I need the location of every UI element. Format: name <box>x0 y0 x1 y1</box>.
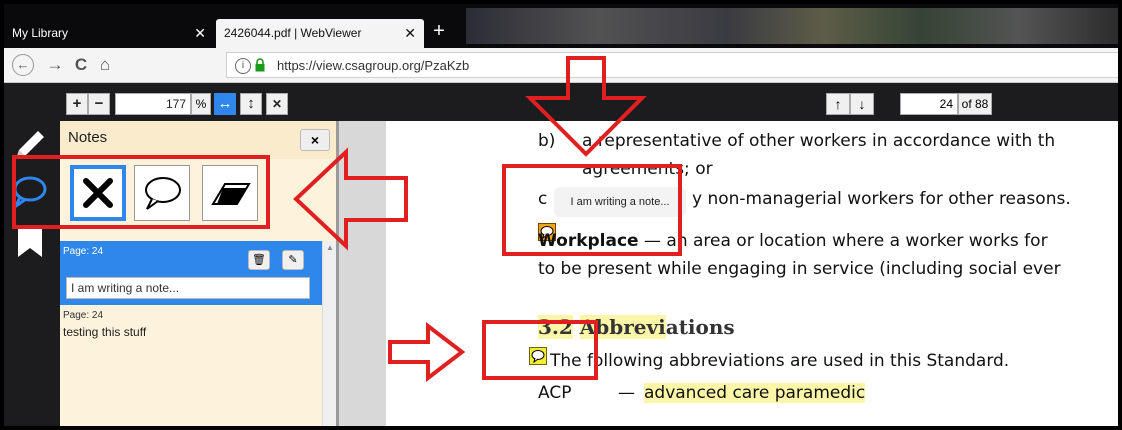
x-icon <box>83 178 113 208</box>
home-button[interactable]: ⌂ <box>94 54 116 76</box>
info-icon[interactable]: i <box>235 58 251 74</box>
tab-label: My Library <box>12 26 69 40</box>
new-tab-button[interactable]: + <box>428 19 450 45</box>
doc-text-line: agreements; or <box>582 159 713 179</box>
back-button[interactable]: ← <box>12 54 34 76</box>
note-page-label: Page: 24 <box>63 310 104 321</box>
doc-text-line: to be present while engaging in service … <box>538 259 1061 279</box>
tab-webviewer[interactable]: 2426044.pdf | WebViewer ✕ <box>216 19 424 48</box>
notes-list: Page: 24 🗑 ✎ I am writing a note... Page… <box>60 241 322 426</box>
edit-icon[interactable]: ✎ <box>282 250 304 270</box>
section-number: 3.2 <box>538 315 573 339</box>
page-total: of 88 <box>958 93 992 115</box>
note-item[interactable]: Page: 24 testing this stuff <box>60 305 322 345</box>
doc-text-line: y non-managerial workers for other reaso… <box>692 189 1071 209</box>
zoom-unit: % <box>191 93 211 115</box>
trash-icon[interactable]: 🗑 <box>248 250 270 270</box>
fullscreen-button[interactable]: ✕ <box>266 93 288 115</box>
taskbar-blur <box>466 8 1118 44</box>
tab-my-library[interactable]: My Library ✕ <box>4 19 214 48</box>
section-title-highlighted: Abbrevi <box>579 315 666 339</box>
pencil-icon[interactable] <box>10 125 50 165</box>
forward-button[interactable]: → <box>44 54 66 76</box>
doc-text-line: The following abbreviations are used in … <box>550 351 1010 371</box>
note-page-label: Page: 24 <box>63 246 104 257</box>
zoom-in-button[interactable]: + <box>66 93 88 115</box>
close-icon[interactable]: ✕ <box>404 19 416 48</box>
notes-scrollbar[interactable]: ▲ <box>322 241 336 426</box>
previous-page-button[interactable]: ↑ <box>826 93 850 115</box>
notes-header: Notes × <box>60 121 336 159</box>
tool-rail <box>4 121 60 426</box>
notes-panel: Notes × Page: 24 🗑 ✎ I am writing a note… <box>60 121 336 426</box>
page-input[interactable]: 24 <box>900 93 958 115</box>
section-title-rest: ations <box>665 315 735 339</box>
browser-window: My Library ✕ 2426044.pdf | WebViewer ✕ +… <box>4 4 1118 426</box>
fit-height-button[interactable]: ↕ <box>240 93 262 115</box>
viewer-toolbar: + − 177 % ↔ ↕ ✕ ↑ ↓ 24 of 88 <box>4 83 1118 121</box>
eraser-icon <box>211 183 251 205</box>
abbreviation-definition: advanced care paramedic <box>644 383 866 403</box>
url-text: https://view.csagroup.org/PzaKzb <box>277 58 470 73</box>
fit-width-button[interactable]: ↔ <box>214 93 236 115</box>
navigation-bar: ← → C ⌂ i https://view.csagroup.org/PzaK… <box>4 48 1118 83</box>
term-workplace: Workplace <box>538 231 639 251</box>
workplace-definition: — an area or location where a worker wor… <box>638 231 1048 251</box>
workplace-line: Workplace — an area or location where a … <box>538 231 1048 251</box>
list-marker-b: b) <box>538 131 556 151</box>
note-item-selected[interactable]: Page: 24 🗑 ✎ I am writing a note... <box>60 241 322 305</box>
tab-label: 2426044.pdf | WebViewer <box>224 26 362 40</box>
reload-button[interactable]: C <box>70 54 92 76</box>
notes-title: Notes <box>68 129 108 146</box>
comment-icon[interactable] <box>10 171 50 211</box>
list-marker-c: c <box>538 189 548 209</box>
note-text-input[interactable]: I am writing a note... <box>66 277 310 299</box>
eraser-tool-button[interactable] <box>202 165 258 221</box>
doc-text-line: a representative of other workers in acc… <box>582 131 1056 151</box>
lock-icon <box>255 58 265 72</box>
close-notes-button[interactable]: × <box>300 129 330 151</box>
url-bar[interactable]: i https://view.csagroup.org/PzaKzb <box>226 52 1118 78</box>
delete-tool-button[interactable] <box>70 165 126 221</box>
section-heading: 3.2 Abbreviations <box>538 315 735 339</box>
note-marker-icon[interactable] <box>529 347 547 365</box>
gutter-edge <box>336 121 339 426</box>
zoom-out-button[interactable]: − <box>88 93 110 115</box>
tab-strip: My Library ✕ 2426044.pdf | WebViewer ✕ + <box>4 4 1118 48</box>
abbreviation-term: ACP <box>538 383 572 403</box>
scroll-up-icon[interactable]: ▲ <box>326 243 334 252</box>
document-gutter <box>336 121 386 426</box>
zoom-input[interactable]: 177 <box>115 93 191 115</box>
note-text: testing this stuff <box>63 325 147 339</box>
abbreviation-dash: — <box>618 383 635 403</box>
comment-tool-button[interactable] <box>134 165 190 221</box>
note-tooltip: I am writing a note... <box>554 187 686 217</box>
close-icon[interactable]: ✕ <box>194 19 206 48</box>
bookmark-icon[interactable] <box>10 221 50 261</box>
speech-bubble-icon <box>145 177 181 210</box>
next-page-button[interactable]: ↓ <box>850 93 874 115</box>
document-page: b) a representative of other workers in … <box>386 121 1118 426</box>
